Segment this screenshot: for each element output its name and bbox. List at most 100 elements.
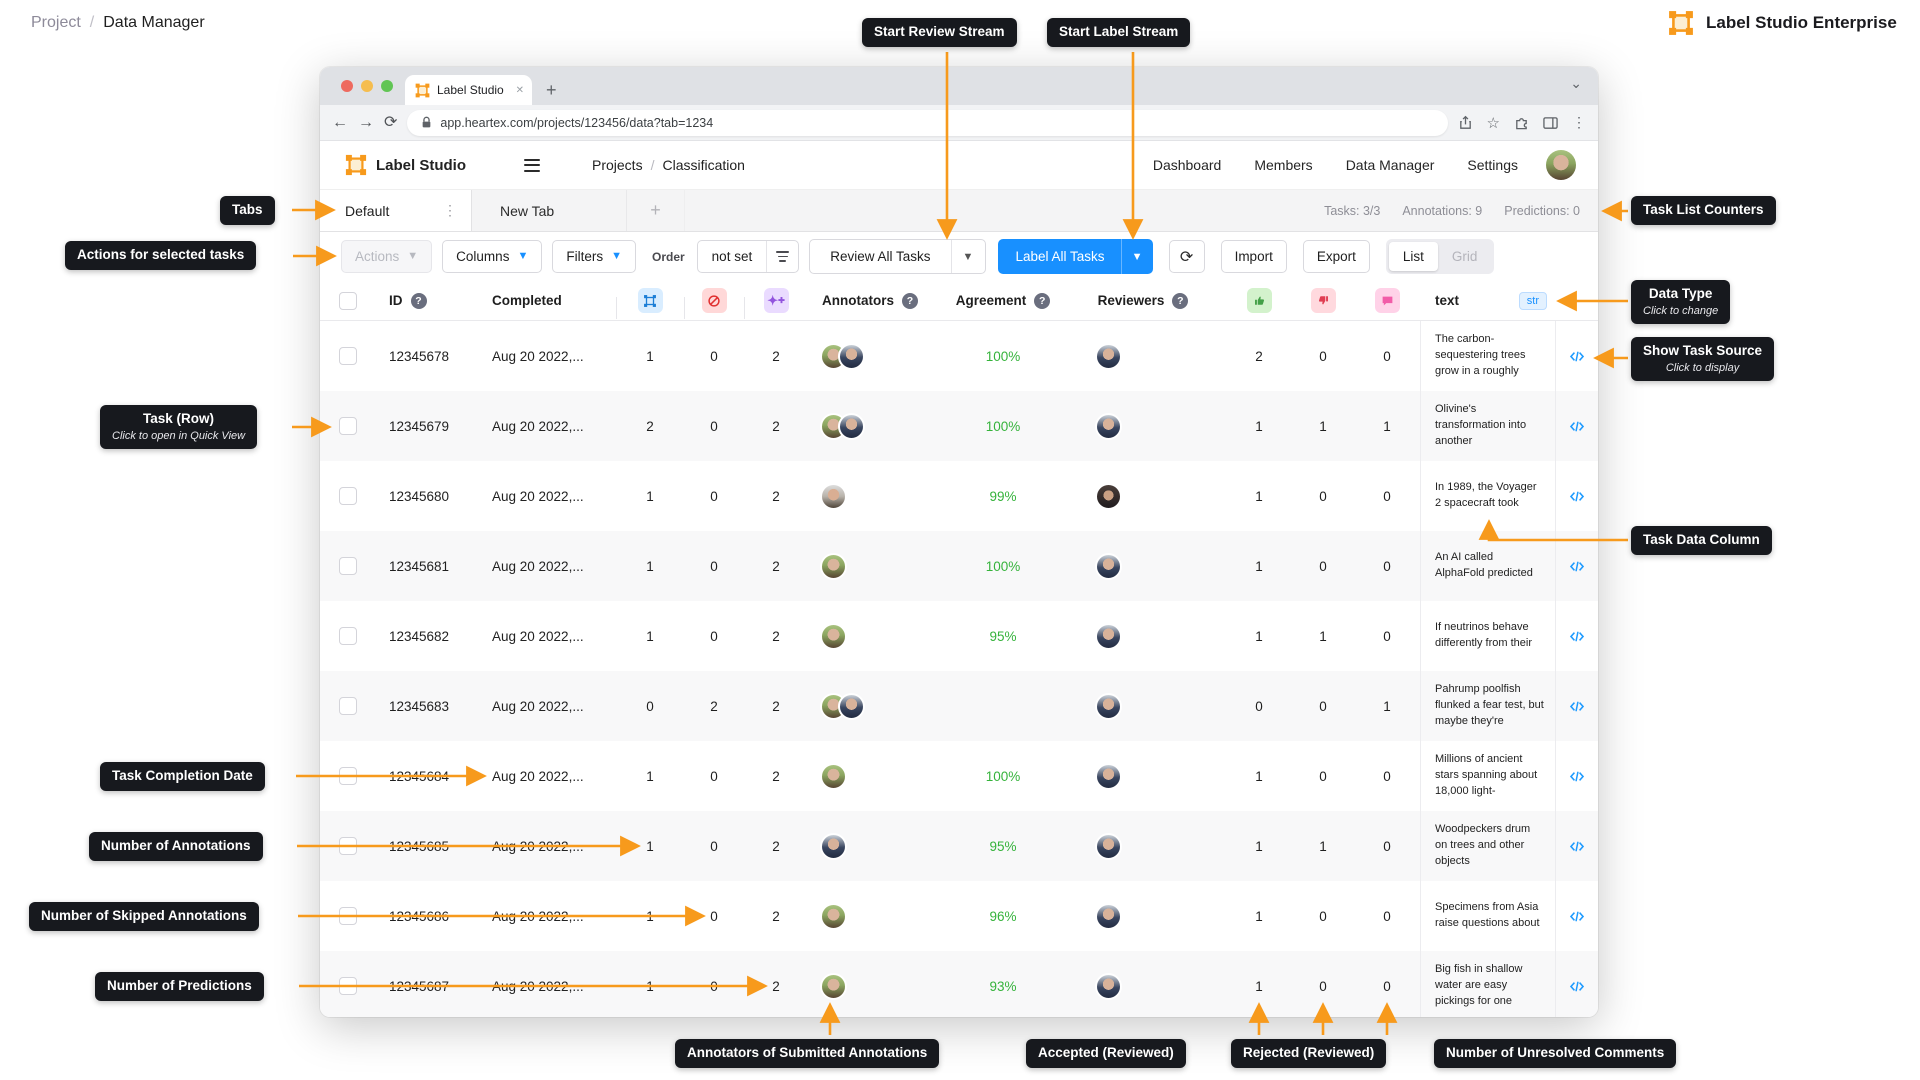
- show-source-code-icon[interactable]: [1569, 629, 1585, 644]
- grid-view-button[interactable]: Grid: [1438, 242, 1492, 271]
- table-row[interactable]: 12345686 Aug 20 2022,... 1 0 2 96% 1 0 0…: [320, 881, 1598, 951]
- col-completed-label[interactable]: Completed: [492, 293, 562, 308]
- row-checkbox[interactable]: [339, 837, 357, 855]
- row-checkbox[interactable]: [339, 907, 357, 925]
- annotations-count: 1: [616, 559, 684, 574]
- chevron-down-icon[interactable]: ▼: [951, 240, 985, 273]
- browser-tab[interactable]: Label Studio ✕: [405, 75, 532, 105]
- browser-menu-kebab-icon[interactable]: ⋮: [1572, 114, 1586, 131]
- nav-data-manager[interactable]: Data Manager: [1346, 157, 1435, 173]
- table-row[interactable]: 12345685 Aug 20 2022,... 1 0 2 95% 1 1 0…: [320, 811, 1598, 881]
- back-icon[interactable]: ←: [332, 115, 348, 131]
- user-avatar[interactable]: [1546, 150, 1576, 180]
- list-view-button[interactable]: List: [1389, 242, 1438, 271]
- row-checkbox[interactable]: [339, 767, 357, 785]
- nav-dashboard[interactable]: Dashboard: [1153, 157, 1222, 173]
- help-icon[interactable]: ?: [411, 293, 427, 309]
- row-checkbox[interactable]: [339, 977, 357, 995]
- annotator-avatars: [808, 973, 946, 1000]
- tab-new-tab[interactable]: New Tab: [472, 190, 627, 231]
- accepted-thumb-up-icon[interactable]: [1247, 288, 1272, 313]
- sort-icon[interactable]: [766, 241, 798, 272]
- col-annotators-label[interactable]: Annotators: [822, 293, 894, 308]
- row-checkbox[interactable]: [339, 627, 357, 645]
- tab-options-kebab-icon[interactable]: ⋮: [443, 202, 457, 219]
- col-reviewers-label[interactable]: Reviewers: [1098, 293, 1165, 308]
- export-button[interactable]: Export: [1303, 240, 1370, 273]
- forward-icon[interactable]: →: [358, 115, 374, 131]
- nav-members[interactable]: Members: [1254, 157, 1312, 173]
- nav-settings[interactable]: Settings: [1467, 157, 1518, 173]
- help-icon[interactable]: ?: [1172, 293, 1188, 309]
- order-control[interactable]: not set: [697, 240, 800, 273]
- table-row[interactable]: 12345684 Aug 20 2022,... 1 0 2 100% 1 0 …: [320, 741, 1598, 811]
- filters-button[interactable]: Filters ▼: [552, 240, 636, 273]
- tab-default[interactable]: Default ⋮: [320, 190, 472, 231]
- label-all-tasks-button[interactable]: Label All Tasks ▼: [998, 239, 1153, 274]
- show-source-code-icon[interactable]: [1569, 769, 1585, 784]
- task-id: 12345679: [376, 419, 470, 434]
- share-icon[interactable]: [1458, 115, 1473, 131]
- table-row[interactable]: 12345681 Aug 20 2022,... 1 0 2 100% 1 0 …: [320, 531, 1598, 601]
- help-icon[interactable]: ?: [902, 293, 918, 309]
- hamburger-menu-icon[interactable]: [524, 159, 540, 172]
- table-row[interactable]: 12345680 Aug 20 2022,... 1 0 2 99% 1 0 0…: [320, 461, 1598, 531]
- col-id-label[interactable]: ID: [389, 293, 403, 308]
- select-all-checkbox[interactable]: [339, 292, 357, 310]
- annotations-count: 1: [616, 839, 684, 854]
- table-row[interactable]: 12345682 Aug 20 2022,... 1 0 2 95% 1 1 0…: [320, 601, 1598, 671]
- maximize-window-button[interactable]: [381, 80, 393, 92]
- table-row[interactable]: 12345679 Aug 20 2022,... 2 0 2 100% 1 1 …: [320, 391, 1598, 461]
- address-bar[interactable]: app.heartex.com/projects/123456/data?tab…: [407, 110, 1447, 136]
- columns-button[interactable]: Columns ▼: [442, 240, 542, 273]
- extensions-puzzle-icon[interactable]: [1514, 115, 1529, 130]
- side-panel-icon[interactable]: [1543, 116, 1558, 130]
- data-type-badge[interactable]: str: [1519, 292, 1547, 310]
- show-source-code-icon[interactable]: [1569, 699, 1585, 714]
- skipped-annotations-icon[interactable]: [702, 288, 727, 313]
- annotations-count-icon[interactable]: [638, 288, 663, 313]
- task-text-preview: Woodpeckers drum on trees and other obje…: [1420, 811, 1556, 881]
- show-source-code-icon[interactable]: [1569, 979, 1585, 994]
- show-source-code-icon[interactable]: [1569, 349, 1585, 364]
- actions-button[interactable]: Actions ▼: [341, 240, 432, 273]
- tab-search-chevron-icon[interactable]: ⌄: [1570, 75, 1582, 92]
- add-tab-button[interactable]: +: [627, 190, 685, 231]
- show-source-code-icon[interactable]: [1569, 489, 1585, 504]
- project-breadcrumb-parent[interactable]: Projects: [592, 157, 643, 173]
- minimize-window-button[interactable]: [361, 80, 373, 92]
- avatar-m1: [1095, 833, 1122, 860]
- show-source-code-icon[interactable]: [1569, 909, 1585, 924]
- accepted-count: 2: [1226, 349, 1292, 364]
- col-text-label[interactable]: text: [1435, 293, 1459, 308]
- row-checkbox[interactable]: [339, 557, 357, 575]
- import-button[interactable]: Import: [1221, 240, 1287, 273]
- bookmark-star-icon[interactable]: ☆: [1487, 114, 1500, 132]
- help-icon[interactable]: ?: [1034, 293, 1050, 309]
- show-source-code-icon[interactable]: [1569, 559, 1585, 574]
- comments-icon[interactable]: [1375, 288, 1400, 313]
- refresh-button[interactable]: ⟳: [1169, 240, 1205, 273]
- reviewer-avatars: [1060, 623, 1226, 650]
- reload-icon[interactable]: ⟳: [384, 115, 397, 131]
- col-agreement-label[interactable]: Agreement: [956, 293, 1027, 308]
- new-tab-icon[interactable]: +: [546, 81, 557, 99]
- show-source-code-icon[interactable]: [1569, 419, 1585, 434]
- tab-close-icon[interactable]: ✕: [516, 85, 524, 96]
- close-window-button[interactable]: [341, 80, 353, 92]
- app-brand[interactable]: Label Studio: [345, 154, 466, 176]
- review-all-tasks-button[interactable]: Review All Tasks ▼: [809, 239, 985, 274]
- agreement-value: 95%: [946, 839, 1060, 854]
- table-row[interactable]: 12345683 Aug 20 2022,... 0 2 2 0 0 1 Pah…: [320, 671, 1598, 741]
- breadcrumb-parent[interactable]: Project: [31, 14, 81, 32]
- show-source-code-icon[interactable]: [1569, 839, 1585, 854]
- row-checkbox[interactable]: [339, 347, 357, 365]
- row-checkbox[interactable]: [339, 417, 357, 435]
- table-row[interactable]: 12345678 Aug 20 2022,... 1 0 2 100% 2 0 …: [320, 321, 1598, 391]
- table-row[interactable]: 12345687 Aug 20 2022,... 1 0 2 93% 1 0 0…: [320, 951, 1598, 1017]
- row-checkbox[interactable]: [339, 487, 357, 505]
- row-checkbox[interactable]: [339, 697, 357, 715]
- predictions-sparkles-icon[interactable]: ✦✚: [764, 288, 789, 313]
- chevron-down-icon[interactable]: ▼: [1121, 239, 1153, 274]
- rejected-thumb-down-icon[interactable]: [1311, 288, 1336, 313]
